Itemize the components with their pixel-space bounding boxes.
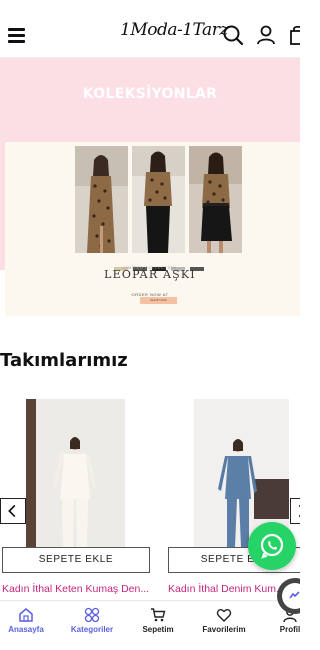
section-title: Takımlarımız [0, 350, 128, 371]
nav-label: Kategoriler [70, 625, 114, 634]
nav-label: Favorilerim [202, 625, 246, 634]
bottom-navigation: Anasayfa Kategoriler Sepetim Favorilerim… [0, 600, 300, 650]
user-icon[interactable] [255, 24, 277, 46]
bag-icon[interactable] [288, 24, 300, 46]
product-image[interactable] [26, 399, 125, 547]
site-logo[interactable]: 1Moda-1Tarz [120, 20, 228, 40]
menu-icon[interactable] [8, 28, 25, 43]
nav-home[interactable]: Anasayfa [0, 601, 56, 650]
chat-icon [282, 583, 300, 609]
nav-categories[interactable]: Kategoriler [62, 601, 122, 650]
leopard-dress-photo [75, 146, 128, 253]
nav-cart[interactable]: Sepetim [128, 601, 188, 650]
search-icon[interactable] [222, 24, 244, 46]
top-header: 1Moda-1Tarz [0, 0, 300, 58]
product-name[interactable]: Kadın İthal Keten Kumaş Den... [2, 583, 152, 595]
cart-icon [151, 608, 166, 622]
page: 1Moda-1Tarz KOLEKSİYONLAR LIMITED COLLEC… [0, 0, 300, 650]
whatsapp-button[interactable] [248, 522, 296, 570]
carousel-next-button[interactable] [290, 498, 300, 524]
leopard-skirt-photo [189, 146, 242, 253]
grid-icon [84, 607, 100, 623]
collection-shop-button[interactable]: SHOP NOW [140, 297, 177, 304]
nav-label: Anasayfa [8, 625, 44, 634]
leopard-blouse-photo [132, 146, 185, 253]
whatsapp-icon [260, 533, 284, 559]
home-icon [19, 608, 33, 622]
carousel-prev-button[interactable] [0, 498, 26, 524]
add-to-cart-button[interactable]: SEPETE EKLE [2, 547, 150, 573]
nav-label: Sepetim [142, 625, 174, 634]
nav-label: Profil [279, 625, 300, 634]
color-swatches [114, 258, 209, 271]
collections-title: KOLEKSİYONLAR [82, 86, 218, 102]
collection-name: LEOPAR AŞKI [104, 268, 196, 281]
heart-icon [216, 609, 232, 622]
nav-favorites[interactable]: Favorilerim [194, 601, 254, 650]
